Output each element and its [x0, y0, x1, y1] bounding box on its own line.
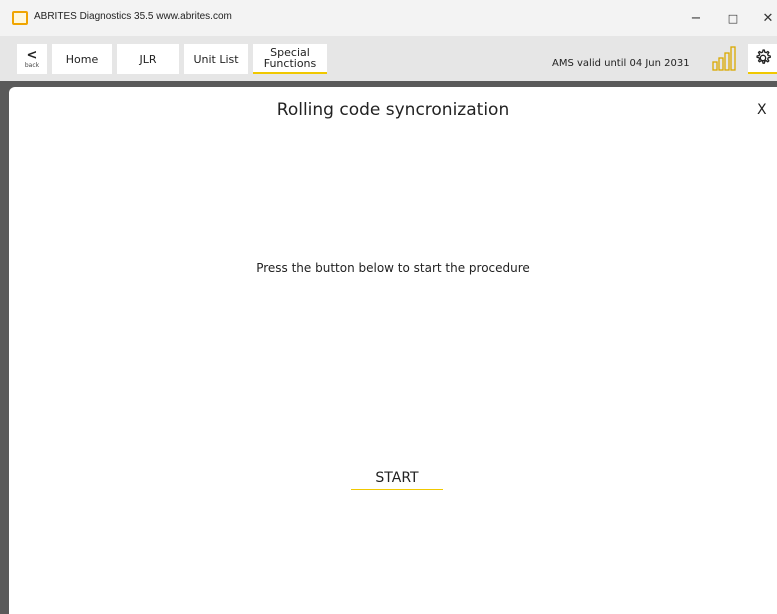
gear-icon — [755, 49, 771, 64]
window-title: ABRITES Diagnostics 35.5 www.abrites.com — [34, 11, 232, 22]
page-title: Rolling code syncronization — [276, 100, 510, 120]
toolbar: < back Home JLR Unit List Special Functi… — [0, 36, 777, 81]
special-functions-line2: Functions — [263, 57, 317, 70]
app-logo-icon — [12, 11, 28, 25]
jlr-button[interactable]: JLR — [117, 44, 179, 74]
back-label: back — [24, 61, 40, 69]
procedure-panel: Rolling code syncronization X Press the … — [9, 87, 777, 614]
maximize-button[interactable]: □ — [718, 6, 748, 30]
back-button[interactable]: < back — [17, 44, 47, 74]
unit-list-button[interactable]: Unit List — [184, 44, 248, 74]
back-arrow-icon: < — [26, 47, 38, 63]
settings-button[interactable] — [748, 44, 777, 74]
instruction-text: Press the button below to start the proc… — [256, 261, 530, 275]
close-panel-button[interactable]: X — [757, 102, 767, 118]
signal-strength-icon — [712, 46, 736, 71]
ams-status: AMS valid until 04 Jun 2031 — [552, 58, 690, 69]
minimize-button[interactable]: − — [681, 6, 711, 30]
home-button[interactable]: Home — [52, 44, 112, 74]
start-button[interactable]: START — [351, 466, 443, 490]
window-titlebar: ABRITES Diagnostics 35.5 www.abrites.com… — [0, 0, 777, 36]
special-functions-button[interactable]: Special Functions — [253, 44, 327, 74]
close-window-button[interactable]: ✕ — [753, 6, 777, 30]
